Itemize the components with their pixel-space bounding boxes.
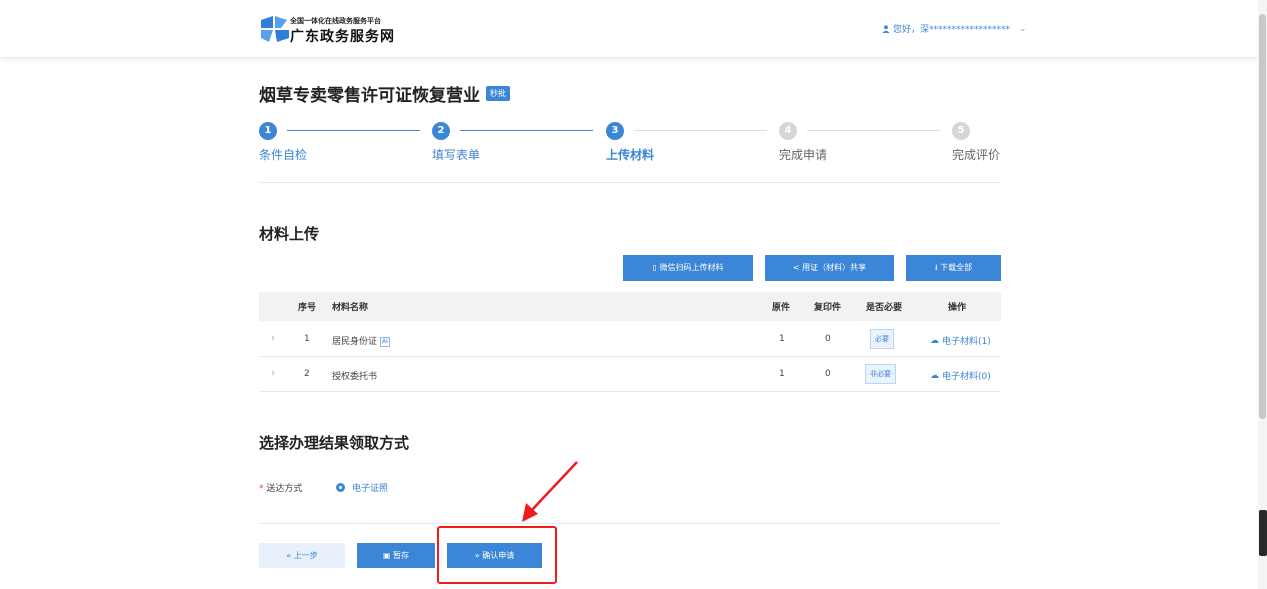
delivery-method-label: * 送达方式 [259,484,303,494]
row-1-copy: 0 [825,334,831,344]
delivery-section-title: 选择办理结果领取方式 [259,434,410,452]
instant-approval-badge: 秒批 [486,86,510,101]
step-5-circle: 5 [952,122,970,140]
share-button[interactable]: < 用证（材料）共享 [765,255,894,281]
step-connector [634,130,767,131]
row-2-copy: 0 [825,369,831,379]
step-1-label: 条件自检 [259,148,308,162]
row-2-index: 2 [304,369,310,379]
row-divider [259,356,1001,357]
materials-section-title: 材料上传 [259,225,320,243]
save-icon: ▣ [382,551,394,560]
ai-icon: AI [380,336,390,347]
col-operation: 操作 [948,303,967,313]
step-5-label: 完成评价 [952,148,1001,162]
page-title-text: 烟草专卖零售许可证恢复营业 [259,86,480,106]
col-required: 是否必要 [866,303,903,313]
save-draft-button[interactable]: ▣ 暂存 [357,543,435,568]
col-copy: 复印件 [814,303,842,313]
row-2-required-tag: 非必要 [865,364,896,384]
download-all-button[interactable]: ⭳ 下载全部 [906,255,1001,281]
col-name: 材料名称 [332,303,369,313]
row-1-index: 1 [304,334,310,344]
row-2-name: 授权委托书 [332,372,378,382]
prev-step-button[interactable]: « 上一步 [259,543,345,568]
wechat-upload-button[interactable]: ▯ 微信扫码上传材料 [623,255,753,281]
delivery-option-electronic[interactable]: 电子证照 [336,481,388,494]
user-icon [882,24,890,33]
share-icon: < [792,263,803,272]
chevron-down-icon: ⌄ [1019,23,1027,34]
scrollbar-thumb[interactable] [1259,14,1266,419]
cloud-upload-icon: ☁ [930,335,939,346]
step-1-circle: 1 [259,122,277,140]
step-2-label: 填写表单 [432,148,481,162]
step-connector [460,130,593,131]
row-1-required-tag: 必要 [870,329,894,349]
step-3-circle: 3 [606,122,624,140]
gd-logo-icon [261,16,289,42]
cloud-upload-icon: ☁ [930,370,939,381]
row-2-original: 1 [779,369,785,379]
step-3-label: 上传材料 [606,148,655,162]
row-2-electronic-material-link[interactable]: ☁ 电子材料(0) [930,369,991,383]
step-connector [807,130,940,131]
side-widget[interactable] [1259,510,1267,556]
page-title: 烟草专卖零售许可证恢复营业 秒批 [259,81,510,106]
divider [259,182,1001,183]
site-header: 全国一体化在线政务服务平台 广东政务服务网 您好，深**************… [0,0,1258,58]
user-menu[interactable]: 您好，深****************** ⌄ [882,22,1027,35]
expand-row-2-icon[interactable]: › [271,368,275,379]
user-greeting: 您好，深****************** [893,25,1011,35]
step-4-circle: 4 [779,122,797,140]
annotation-highlight-box [437,526,557,584]
step-4-label: 完成申请 [779,148,828,162]
brand-subtitle: 全国一体化在线政务服务平台 [290,17,381,25]
radio-checked-icon [336,483,345,492]
step-2-circle: 2 [432,122,450,140]
col-original: 原件 [772,303,791,313]
row-1-name: 居民身份证 AI [332,336,390,347]
divider [259,523,1001,524]
col-index: 序号 [298,303,317,313]
step-connector [287,130,420,131]
row-divider [259,391,1001,392]
brand-title: 广东政务服务网 [290,29,395,45]
row-1-original: 1 [779,334,785,344]
row-1-electronic-material-link[interactable]: ☁ 电子材料(1) [930,334,991,348]
expand-row-1-icon[interactable]: › [271,333,275,344]
